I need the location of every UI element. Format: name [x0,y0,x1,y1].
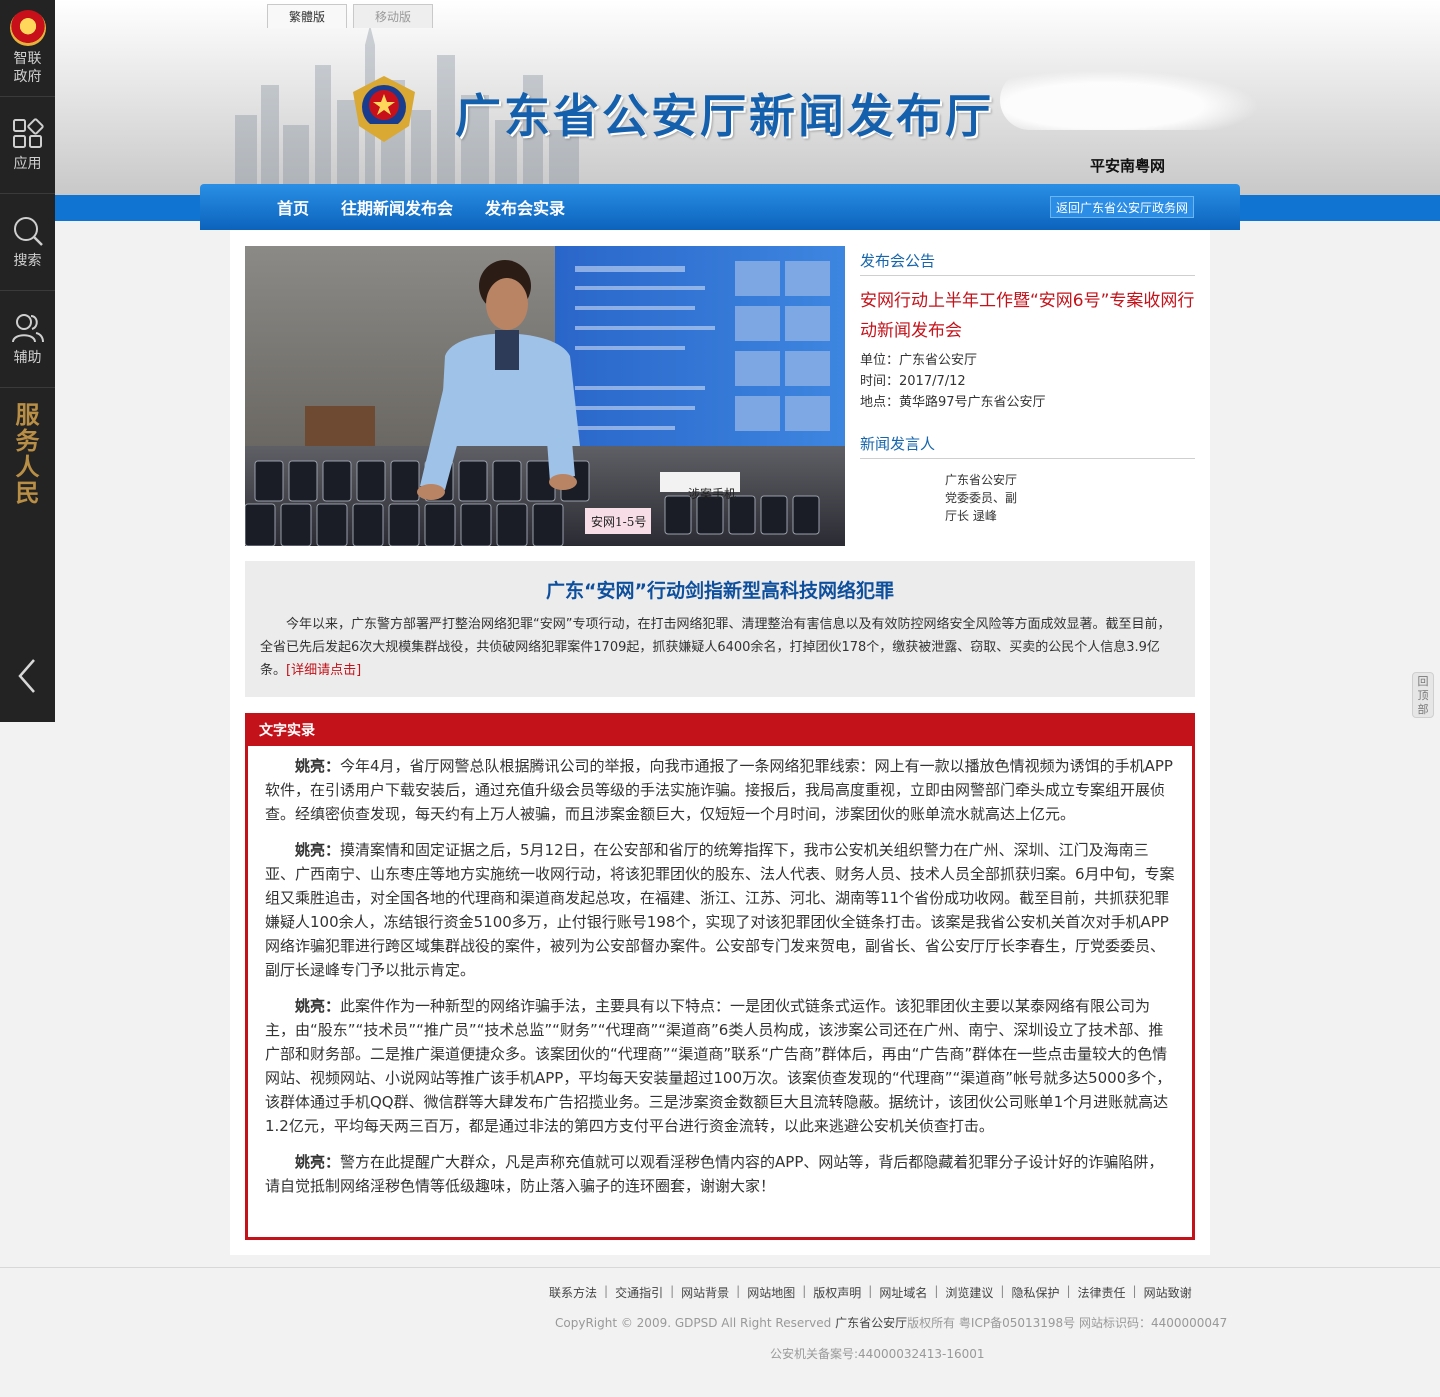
header-banner: 繁體版 移动版 广东省公安厅新闻发布厅 平安南粤网 [55,0,1440,195]
copyright-prefix: CopyRight © 2009. GDPSD All Right Reserv… [555,1316,832,1330]
government-emblem-icon [9,10,46,46]
footer-separator: | [1132,1284,1137,1298]
summary-text: 今年以来，广东警方部署严打整治网络犯罪“安网”专项行动，在打击网络犯罪、清理整治… [260,613,1180,682]
footer-separator: | [802,1284,807,1298]
sidebar-item-label: 应用 [13,156,42,172]
search-icon [13,217,43,246]
speaker-name: 姚亮： [295,1153,341,1171]
version-tabs: 繁體版 移动版 [267,4,433,28]
sign-anwang-1-5: 安网1-5号 [591,514,646,529]
apps-grid-icon [12,118,44,148]
sidebar-item-apps[interactable]: 应用 [0,97,55,194]
footer-link[interactable]: 版权声明 [813,1284,861,1301]
paragraph-text: 警方在此提醒广大群众，凡是声称充值就可以观看淫秽色情内容的APP、网站等，背后都… [265,1153,1164,1195]
summary-box: 广东“安网”行动剑指新型高科技网络犯罪 今年以来，广东警方部署严打整治网络犯罪“… [245,561,1195,697]
footer-separator: | [1000,1284,1005,1298]
footer-link[interactable]: 网站地图 [747,1284,795,1301]
nav-transcripts[interactable]: 发布会实录 [485,195,565,219]
nav-home[interactable]: 首页 [277,195,309,219]
paragraph-text: 摸清案情和固定证据之后，5月12日，在公安部和省厅的统筹指挥下，我市公安机关组织… [265,841,1175,979]
footer-link[interactable]: 联系方法 [549,1284,597,1301]
left-sidebar: 智联政府 应用 搜索 辅助 服 务 人 民 [0,0,55,722]
paragraph-text: 此案件作为一种新型的网络诈骗手法，主要具有以下特点：一是团伙式链条式运作。该犯罪… [265,997,1172,1135]
footer-link[interactable]: 浏览建议 [945,1284,993,1301]
speaker-name: 姚亮： [295,841,341,859]
transcript-paragraph: 姚亮：警方在此提醒广大群众，凡是声称充值就可以观看淫秽色情内容的APP、网站等，… [265,1150,1175,1198]
transcript-paragraph: 姚亮：今年4月，省厅网警总队根据腾讯公司的举报，向我市通报了一条网络犯罪线索：网… [265,754,1175,826]
sidebar-item-label: 辅助 [13,350,42,366]
paragraph-text: 今年4月，省厅网警总队根据腾讯公司的举报，向我市通报了一条网络犯罪线索：网上有一… [265,757,1173,823]
summary-title: 广东“安网”行动剑指新型高科技网络犯罪 [546,580,894,602]
back-to-top-button[interactable]: 回顶部 [1412,672,1434,718]
slogan-char: 人 [15,452,40,481]
main-content: 涉案手机 安网1-5号 发布会公告 安网行动上半年工作暨“安网6号”专案收网行动… [230,230,1210,1255]
slogan-char: 服 [15,400,40,429]
site-title: 广东省公安厅新闻发布厅 [455,89,994,143]
footer-links: 联系方法 | 交通指引 | 网站背景 | 网站地图 | 版权声明 | 网址域名 | 浏览建议… [549,1284,1192,1301]
time-label: 时间： [860,374,900,389]
sidebar-item-smart-gov[interactable]: 智联政府 [0,0,55,97]
footer-link[interactable]: 交通指引 [615,1284,663,1301]
transcript-box: 文字实录 姚亮：今年4月，省厅网警总队根据腾讯公司的举报，向我市通报了一条网络犯… [245,713,1195,1240]
speaker-name: 姚亮： [295,757,341,775]
footer-link[interactable]: 法律责任 [1078,1284,1126,1301]
spokesman-section-title: 新闻发言人 [860,429,1195,459]
slogan-char: 务 [15,426,40,455]
footer: 联系方法 | 交通指引 | 网站背景 | 网站地图 | 版权声明 | 网址域名 | 浏览建议… [0,1267,1440,1397]
footer-separator: | [670,1284,675,1298]
spokesman-name: 广东省公安厅党委委员、副厅长 逯峰 [945,473,1018,523]
footer-link[interactable]: 网站背景 [681,1284,729,1301]
conference-info: 单位：广东省公安厅 时间：2017/7/12 地点：黄华路97号广东省公安厅 [860,350,1195,413]
read-more-link[interactable]: [详细请点击] [286,663,361,678]
footer-link[interactable]: 网址域名 [879,1284,927,1301]
transcript-paragraph: 姚亮：摸清案情和固定证据之后，5月12日，在公安部和省厅的统筹指挥下，我市公安机… [265,838,1175,982]
place-value: 黄华路97号广东省公安厅 [899,395,1046,410]
summary-body: 今年以来，广东警方部署严打整治网络犯罪“安网”专项行动，在打击网络犯罪、清理整治… [260,617,1171,678]
chevron-left-icon[interactable] [14,656,40,696]
sidebar-item-assist[interactable]: 辅助 [0,291,55,388]
conference-title-link[interactable]: 安网行动上半年工作暨“安网6号”专案收网行动新闻发布会 [860,286,1195,346]
copyright-line: CopyRight © 2009. GDPSD All Right Reserv… [555,1314,1227,1331]
footer-link[interactable]: 隐私保护 [1011,1284,1059,1301]
unit-value: 广东省公安厅 [899,353,978,368]
speaker-name: 姚亮： [295,997,341,1015]
transcript-header: 文字实录 [248,716,1192,746]
cloud-decoration [1000,70,1260,130]
place-label: 地点： [860,395,900,410]
footer-separator: | [1066,1284,1071,1298]
transcript-body[interactable]: 姚亮：今年4月，省厅网警总队根据腾讯公司的举报，向我市通报了一条网络犯罪线索：网… [248,746,1192,1237]
footer-separator: | [604,1284,609,1298]
sidebar-item-search[interactable]: 搜索 [0,194,55,291]
officer-with-phones-image: 涉案手机 安网1-5号 [245,246,845,546]
slogan-char: 民 [15,478,40,507]
unit-label: 单位： [860,353,900,368]
sign-evidence-phones: 涉案手机 [688,486,736,501]
announcement-section-title: 发布会公告 [860,246,1195,276]
transcript-paragraph: 姚亮：此案件作为一种新型的网络诈骗手法，主要具有以下特点：一是团伙式链条式运作。… [265,994,1175,1138]
sidebar-item-label: 搜索 [13,253,42,269]
return-to-portal-button[interactable]: 返回广东省公安厅政务网 [1049,196,1194,218]
people-icon [11,314,44,343]
footer-link[interactable]: 网站致谢 [1144,1284,1192,1301]
footer-separator: | [934,1284,939,1298]
sub-brand-link[interactable]: 平安南粤网 [1090,155,1165,176]
copyright-org: 广东省公安厅 [835,1316,908,1330]
police-emblem-icon [353,76,415,142]
main-nav: 首页 往期新闻发布会 发布会实录 返回广东省公安厅政务网 [200,184,1240,230]
copyright-suffix: 版权所有 粤ICP备05013198号 网站标识码：4400000047 [907,1316,1228,1330]
police-record-number: 公安机关备案号:44000032413-16001 [770,1347,985,1361]
tab-traditional-chinese[interactable]: 繁體版 [267,4,347,28]
sidebar-item-label: 智联政府 [13,51,42,85]
footer-separator: | [868,1284,873,1298]
conference-photo: 涉案手机 安网1-5号 [245,246,845,546]
nav-past-conferences[interactable]: 往期新闻发布会 [341,195,453,219]
announcement-panel: 发布会公告 安网行动上半年工作暨“安网6号”专案收网行动新闻发布会 单位：广东省… [860,246,1195,525]
time-value: 2017/7/12 [899,374,966,389]
serve-the-people-slogan: 服 务 人 民 [0,402,55,506]
footer-separator: | [736,1284,741,1298]
tab-mobile[interactable]: 移动版 [353,4,433,28]
